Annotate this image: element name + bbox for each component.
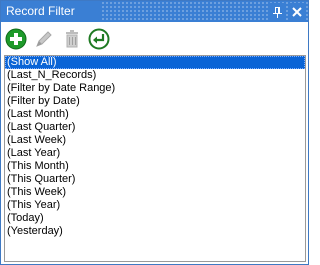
trash-icon	[66, 30, 78, 48]
list-item[interactable]: (Last_N_Records)	[5, 69, 305, 82]
list-item[interactable]: (This Week)	[5, 186, 305, 199]
apply-filter-button[interactable]	[87, 27, 111, 51]
add-circle-icon	[5, 28, 27, 50]
pin-icon	[273, 6, 282, 18]
list-item[interactable]: (Last Week)	[5, 134, 305, 147]
close-icon	[291, 6, 302, 17]
list-item[interactable]: (Yesterday)	[5, 225, 305, 238]
list-item[interactable]: (Filter by Date)	[5, 95, 305, 108]
panel-title-bar[interactable]: Record Filter	[1, 1, 308, 22]
list-item[interactable]: (Last Quarter)	[5, 121, 305, 134]
list-item[interactable]: (This Year)	[5, 199, 305, 212]
list-item[interactable]: (This Month)	[5, 160, 305, 173]
return-arrow-icon	[88, 28, 110, 50]
add-filter-button[interactable]	[4, 27, 28, 51]
pin-button[interactable]	[269, 3, 286, 20]
record-filter-panel: Record Filter (Show All) (Last_N_Records…	[0, 0, 309, 265]
list-item[interactable]: (This Quarter)	[5, 173, 305, 186]
list-item[interactable]: (Today)	[5, 212, 305, 225]
pencil-icon	[36, 31, 52, 47]
edit-filter-button[interactable]	[32, 27, 56, 51]
list-item[interactable]: (Filter by Date Range)	[5, 82, 305, 95]
list-item[interactable]: (Last Year)	[5, 147, 305, 160]
toolbar	[1, 22, 308, 55]
list-item[interactable]: (Last Month)	[5, 108, 305, 121]
filter-list[interactable]: (Show All) (Last_N_Records) (Filter by D…	[4, 55, 306, 262]
close-button[interactable]	[288, 3, 305, 20]
panel-title: Record Filter	[6, 4, 75, 18]
list-item[interactable]: (Show All)	[5, 56, 305, 69]
delete-filter-button[interactable]	[60, 27, 84, 51]
